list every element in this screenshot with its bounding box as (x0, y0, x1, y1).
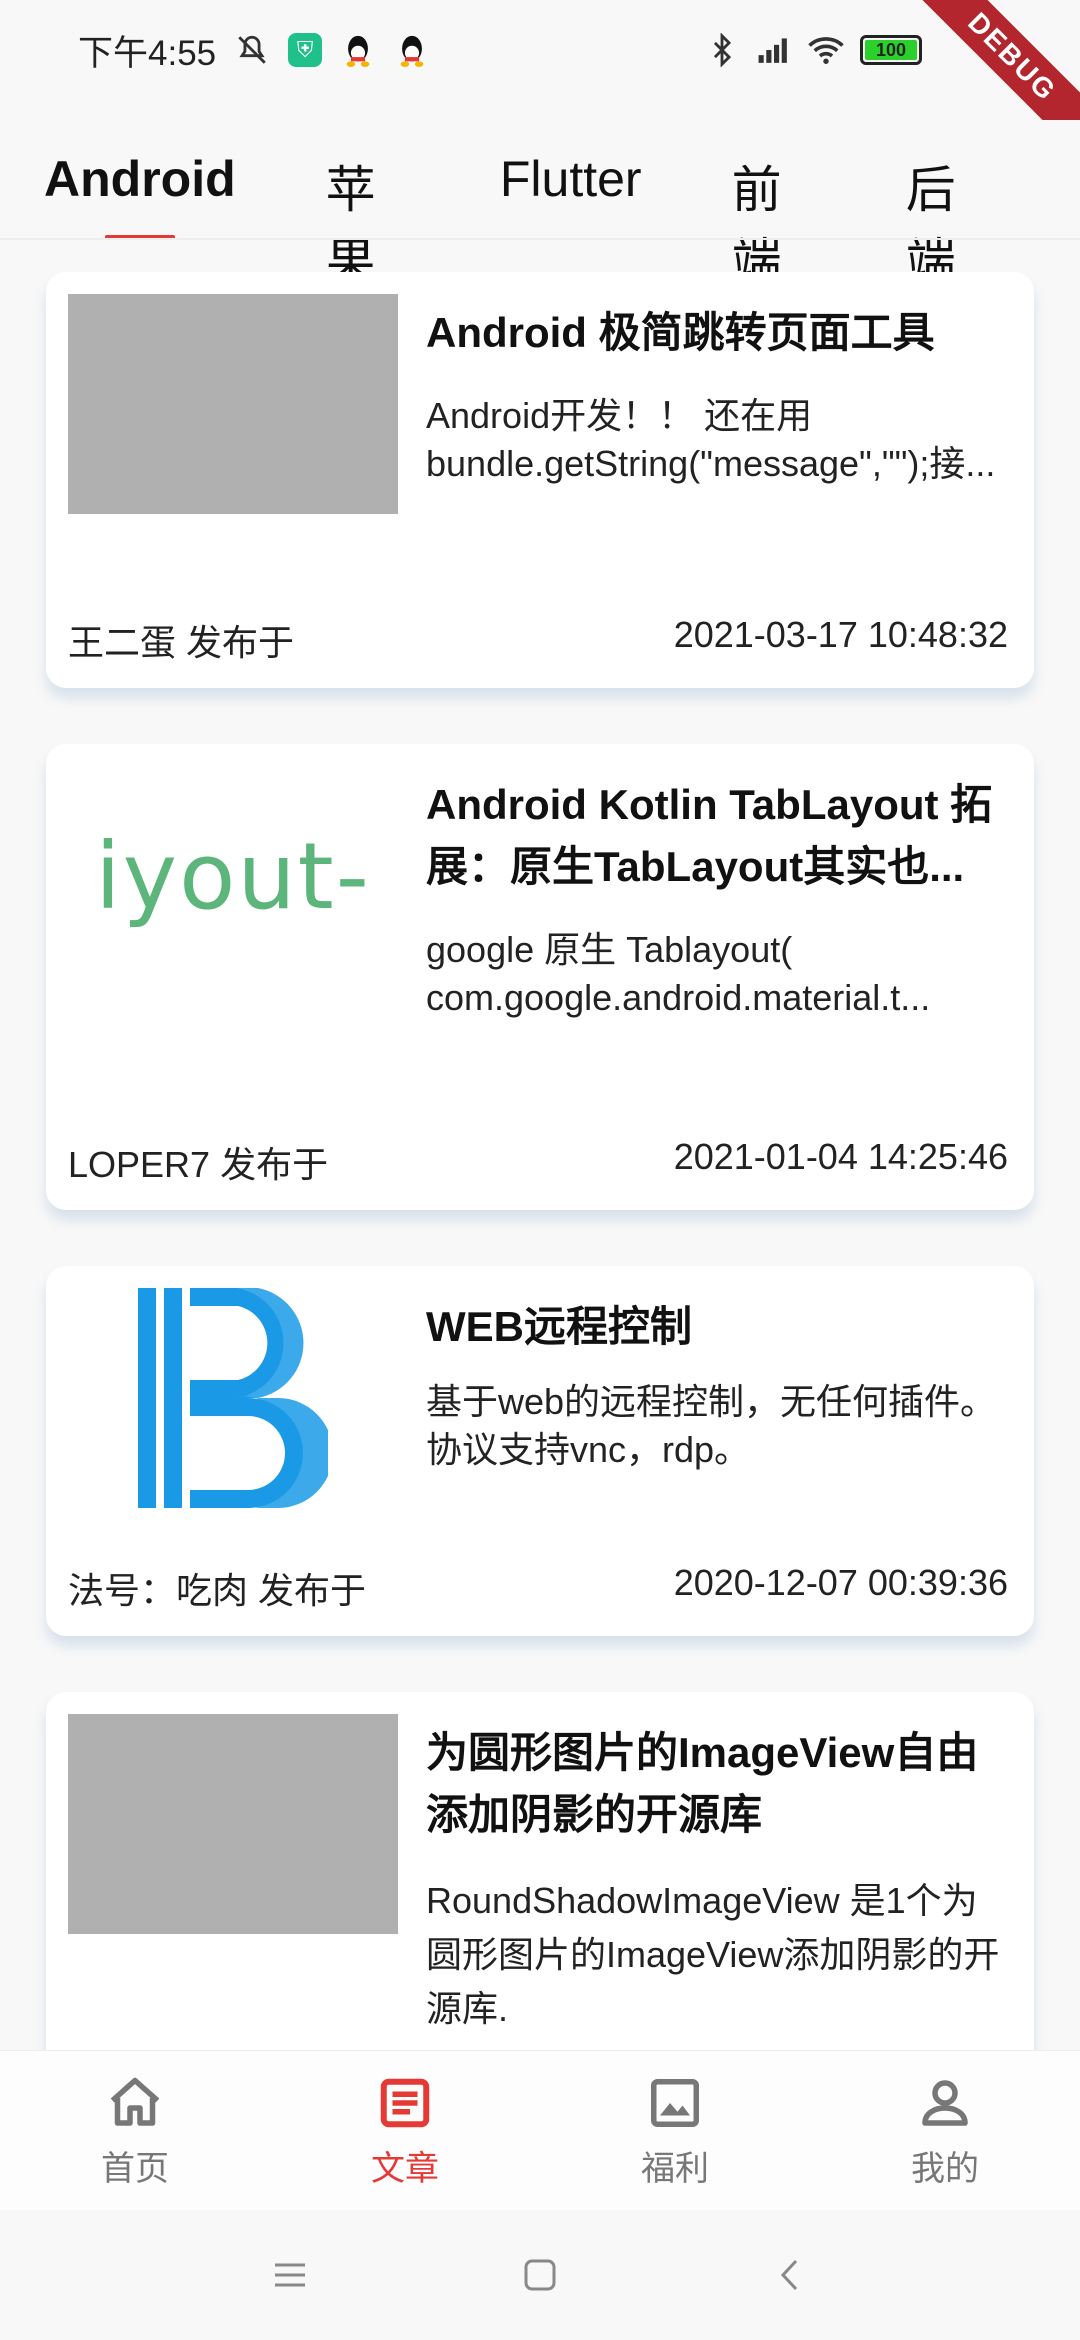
article-card[interactable]: 为圆形图片的ImageView自由添加阴影的开源库 RoundShadowIma… (46, 1692, 1034, 2092)
tab-backend[interactable]: 后端 (906, 120, 990, 290)
bluetooth-icon (704, 32, 740, 68)
nav-mine-label: 我的 (911, 2150, 979, 2188)
home-icon (110, 2077, 160, 2126)
bottom-navigation: 首页 文章 福利 我的 (0, 2050, 1080, 2210)
signal-icon (756, 32, 792, 68)
article-date: 2020-12-07 00:39:36 (673, 1562, 1008, 1603)
qq-icon (394, 32, 430, 68)
article-card[interactable]: WEB远程控制 基于web的远程控制，无任何插件。协议支持vnc，rdp。 法号… (46, 1266, 1034, 1636)
logo-thumbnail (68, 1288, 398, 1508)
square-icon (524, 2259, 556, 2291)
remote-control-logo-icon (138, 1288, 328, 1508)
article-date: 2021-01-04 14:25:46 (673, 1136, 1008, 1177)
article-desc: 基于web的远程控制，无任何插件。协议支持vnc，rdp。 (426, 1381, 997, 1470)
qq-icon (340, 32, 376, 68)
article-date: 2021-03-17 10:48:32 (673, 614, 1008, 655)
wifi-icon (808, 32, 844, 68)
layout-thumb-text: iyout- (95, 822, 371, 930)
tab-apple[interactable]: 苹果 (326, 120, 410, 290)
tab-flutter[interactable]: Flutter (500, 120, 642, 240)
nav-welfare-label: 福利 (641, 2150, 709, 2188)
nav-welfare[interactable]: 福利 (540, 2051, 810, 2210)
back-icon (780, 2259, 798, 2291)
article-card[interactable]: iyout- Android Kotlin TabLayout 拓展：原生Tab… (46, 744, 1034, 1210)
article-icon (380, 2078, 430, 2128)
nav-mine[interactable]: 我的 (810, 2051, 1080, 2210)
article-desc: google 原生 Tablayout( com.google.android.… (426, 929, 931, 1018)
article-title: 为圆形图片的ImageView自由添加阴影的开源库 (426, 1729, 979, 1838)
article-card[interactable]: Android 极简跳转页面工具 Android开发！！ 还在用bundle.g… (46, 272, 1034, 688)
nav-home-label: 首页 (101, 2150, 169, 2188)
article-desc: RoundShadowImageView 是1个为圆形图片的ImageView添… (426, 1880, 1000, 2029)
tab-divider (0, 238, 1080, 240)
system-navigation (0, 2210, 1080, 2340)
article-title: WEB远程控制 (426, 1303, 692, 1350)
battery-level: 100 (875, 39, 907, 60)
status-bar: 下午4:55 ⛨ 100 (0, 0, 1080, 100)
menu-button[interactable] (270, 2255, 310, 2295)
nav-articles-label: 文章 (371, 2150, 439, 2188)
article-desc: Android开发！！ 还在用bundle.getString("message… (426, 395, 996, 484)
article-thumbnail (68, 294, 398, 514)
mute-icon (234, 32, 270, 68)
shield-app-icon: ⛨ (288, 33, 323, 67)
tab-android[interactable]: Android (44, 120, 236, 240)
status-time: 下午4:55 (78, 33, 217, 73)
article-thumbnail: iyout- (68, 766, 398, 986)
nav-home[interactable]: 首页 (0, 2051, 270, 2210)
menu-icon (275, 2263, 305, 2287)
back-button[interactable] (770, 2255, 810, 2295)
person-icon (922, 2080, 968, 2126)
category-tabs: Android 苹果 Flutter 前端 后端 (0, 120, 1080, 290)
article-author: 王二蛋 发布于 (68, 622, 295, 663)
article-list: Android 极简跳转页面工具 Android开发！！ 还在用bundle.g… (46, 272, 1034, 2148)
article-thumbnail (68, 1714, 398, 1934)
tab-frontend[interactable]: 前端 (732, 120, 816, 290)
home-system-button[interactable] (520, 2255, 560, 2295)
article-author: LOPER7 发布于 (68, 1144, 329, 1185)
article-author: 法号：吃肉 发布于 (68, 1570, 367, 1611)
battery-icon: 100 (860, 35, 922, 65)
article-title: Android 极简跳转页面工具 (426, 309, 935, 356)
nav-articles[interactable]: 文章 (270, 2051, 540, 2210)
image-icon (651, 2079, 699, 2127)
article-title: Android Kotlin TabLayout 拓展：原生TabLayout其… (426, 781, 993, 890)
